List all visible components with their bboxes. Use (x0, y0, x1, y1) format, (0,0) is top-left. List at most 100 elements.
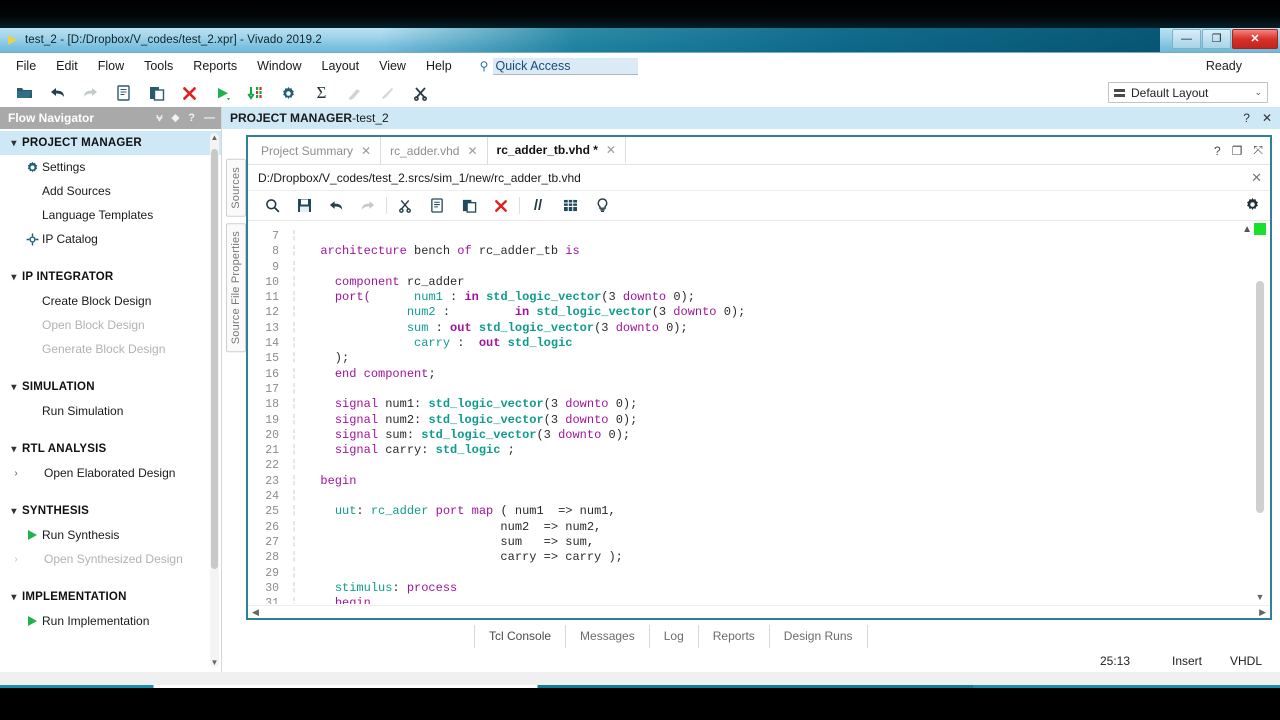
sum-icon[interactable]: Σ (305, 80, 338, 106)
sidebar-group-ip-integrator[interactable]: ▾ IP INTEGRATOR (0, 265, 221, 289)
run-simulation-icon[interactable] (239, 80, 272, 106)
fold-gutter: ¦ (290, 260, 298, 273)
close-icon[interactable]: ✕ (1251, 170, 1262, 186)
copy-icon[interactable] (421, 193, 453, 219)
layout-selector[interactable]: Default Layout ⌄ (1108, 82, 1268, 103)
file-path-bar: D:/Dropbox/V_codes/test_2.srcs/sim_1/new… (248, 165, 1270, 191)
help-icon[interactable]: ? (188, 112, 195, 124)
menu-view[interactable]: View (369, 55, 416, 77)
code-text: carry => carry ); (306, 550, 623, 565)
tab-messages[interactable]: Messages (565, 625, 649, 648)
tab-reports[interactable]: Reports (697, 625, 769, 648)
editor-settings-gear-icon[interactable] (1245, 197, 1260, 215)
open-project-icon[interactable] (8, 80, 41, 106)
tab-tcl-console[interactable]: Tcl Console (474, 625, 565, 648)
maximize-button[interactable]: ❐ (1202, 29, 1231, 49)
delete-icon[interactable] (173, 80, 206, 106)
sidebar-scrollbar[interactable]: ▲ ▼ (210, 133, 219, 667)
sidebar-group-synthesis[interactable]: ▾ SYNTHESIS (0, 499, 221, 523)
code-lines[interactable]: 7 ¦ 8 ¦ architecture bench of rc_adder_tb i… (248, 229, 1248, 604)
code-area[interactable]: ▲ 7 ¦ 8 ¦ architecture bench of rc_adder_tb… (248, 221, 1270, 618)
sidebar-item-add-sources[interactable]: Add Sources (0, 179, 221, 203)
scroll-down-icon[interactable]: ▼ (1255, 592, 1265, 602)
paste-icon[interactable] (453, 193, 485, 219)
delete-icon[interactable] (485, 193, 517, 219)
cut-icon[interactable] (389, 193, 421, 219)
scroll-right-icon[interactable]: ▶ (1259, 607, 1266, 618)
line-number: 20 (265, 428, 279, 442)
undo-icon[interactable] (41, 80, 74, 106)
undo-icon[interactable] (320, 193, 352, 219)
tab-label: rc_adder.vhd (390, 143, 460, 158)
tab-log[interactable]: Log (648, 625, 698, 648)
menu-reports[interactable]: Reports (183, 55, 247, 77)
sidebar-item-ip-catalog[interactable]: IP Catalog (0, 227, 221, 251)
sidebar-item-language-templates[interactable]: Language Templates (0, 203, 221, 227)
sidebar-item-run-simulation[interactable]: Run Simulation (0, 399, 221, 423)
scrollbar-thumb[interactable] (1256, 281, 1264, 513)
hint-icon[interactable] (586, 193, 618, 219)
sidebar-group-simulation[interactable]: ▾ SIMULATION (0, 375, 221, 399)
restore-icon[interactable]: ❐ (1232, 144, 1243, 158)
menu-flow[interactable]: Flow (88, 55, 134, 77)
sidebar-group-implementation[interactable]: ▾ IMPLEMENTATION (0, 585, 221, 609)
menu-tools[interactable]: Tools (134, 55, 183, 77)
collapse-all-icon[interactable]: ⩝ (156, 112, 162, 125)
help-icon[interactable]: ? (1243, 111, 1250, 125)
redo-icon (74, 80, 107, 106)
find-icon[interactable] (256, 193, 288, 219)
scroll-left-icon[interactable]: ◀ (252, 607, 259, 618)
close-icon[interactable]: ✕ (361, 144, 371, 158)
code-text: signal num2: std_logic_vector(3 downto 0… (334, 412, 638, 427)
code-vertical-scrollbar[interactable]: ▼ (1255, 225, 1265, 602)
run-icon[interactable] (206, 80, 239, 106)
tab-sources[interactable]: Sources (226, 159, 246, 217)
quick-access-input[interactable] (493, 57, 639, 75)
sidebar-item-settings[interactable]: Settings (0, 155, 221, 179)
sidebar-item-run-synthesis[interactable]: Run Synthesis (0, 523, 221, 547)
save-icon[interactable] (288, 193, 320, 219)
sidebar-group-rtl-analysis[interactable]: ▾ RTL ANALYSIS (0, 437, 221, 461)
tab-project-summary[interactable]: Project Summary ✕ (252, 137, 382, 164)
tab-design-runs[interactable]: Design Runs (768, 625, 868, 648)
tab-rc-adder-tb-vhd[interactable]: rc_adder_tb.vhd * ✕ (487, 137, 626, 164)
menu-layout[interactable]: Layout (312, 55, 370, 77)
menu-help[interactable]: Help (416, 55, 462, 77)
close-icon[interactable]: ✕ (606, 143, 616, 157)
close-icon[interactable]: ✕ (1262, 111, 1272, 125)
close-button[interactable]: ✕ (1232, 29, 1278, 49)
menu-edit[interactable]: Edit (46, 55, 88, 77)
sidebar-item-open-elaborated-design[interactable]: › Open Elaborated Design (0, 461, 221, 485)
pencil-icon (371, 80, 404, 106)
desktop-wallpaper-top (0, 0, 1280, 28)
editor-toolbar: // (248, 191, 1270, 221)
maximize-icon[interactable]: ⤧ (1253, 143, 1263, 158)
close-icon[interactable]: ✕ (467, 144, 477, 158)
sidebar-item-create-block-design[interactable]: Create Block Design (0, 289, 221, 313)
scissors-icon[interactable] (404, 80, 437, 106)
code-text: signal sum: std_logic_vector(3 downto 0)… (334, 427, 631, 442)
tab-rc-adder-vhd[interactable]: rc_adder.vhd ✕ (381, 137, 488, 164)
comment-icon[interactable]: // (522, 193, 554, 219)
sidebar-group-project-manager[interactable]: ▾ PROJECT MANAGER (0, 131, 221, 155)
line-number: 18 (265, 398, 279, 412)
menu-window[interactable]: Window (247, 55, 311, 77)
paste-icon[interactable] (140, 80, 173, 106)
menu-file[interactable]: File (6, 55, 46, 77)
chevron-down-icon: ⌄ (1254, 87, 1262, 97)
align-icon[interactable] (554, 193, 586, 219)
code-line: 28 ¦ carry => carry ); (248, 550, 1248, 565)
settings-icon[interactable] (272, 80, 305, 106)
minimize-icon[interactable]: — (204, 112, 215, 124)
scrollbar-thumb[interactable] (211, 149, 218, 569)
sidebar-item-run-implementation[interactable]: Run Implementation (0, 609, 221, 633)
code-horizontal-scrollbar[interactable]: ◀ ▶ (248, 605, 1270, 618)
scroll-up-icon[interactable]: ▲ (210, 133, 219, 142)
scroll-down-icon[interactable]: ▼ (210, 658, 219, 667)
tab-source-file-properties[interactable]: Source File Properties (226, 222, 246, 352)
expand-all-icon[interactable]: ⬥ (172, 112, 180, 125)
copy-icon[interactable] (107, 80, 140, 106)
help-icon[interactable]: ? (1214, 144, 1221, 158)
minimize-button[interactable]: — (1172, 29, 1201, 49)
